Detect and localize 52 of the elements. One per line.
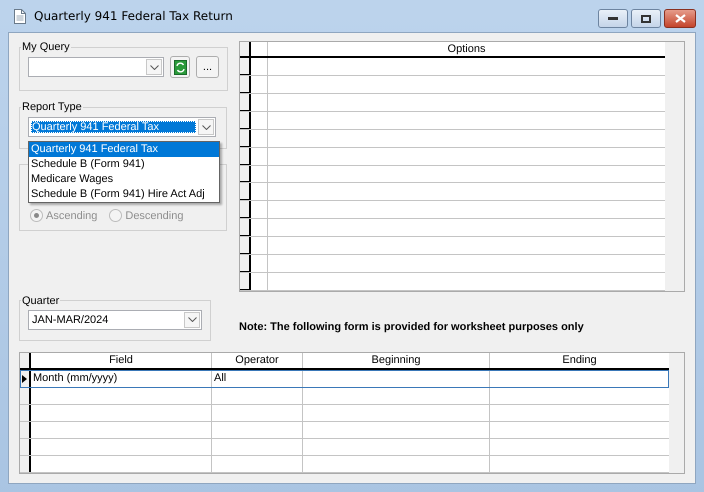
row-header[interactable] bbox=[240, 130, 251, 147]
refresh-icon bbox=[174, 60, 186, 74]
table-cell: All bbox=[212, 370, 303, 387]
row-header[interactable] bbox=[240, 76, 251, 93]
close-icon bbox=[674, 14, 686, 23]
row-header[interactable] bbox=[20, 370, 31, 387]
group-label: Report Type bbox=[21, 101, 83, 113]
row-header[interactable] bbox=[240, 148, 251, 165]
row-header[interactable] bbox=[240, 94, 251, 111]
row-header[interactable] bbox=[240, 112, 251, 129]
note-text: Note: The following form is provided for worksheet purposes only bbox=[239, 320, 584, 332]
group-label: Quarter bbox=[21, 294, 60, 306]
report-type-combo[interactable]: Quarterly 941 Federal Tax bbox=[28, 117, 216, 137]
more-button[interactable]: ... bbox=[196, 56, 219, 78]
column-header: Beginning bbox=[303, 353, 490, 368]
column-header: Options bbox=[446, 42, 486, 56]
group-label: My Query bbox=[21, 41, 71, 53]
row-header[interactable] bbox=[240, 201, 251, 218]
column-header: Field bbox=[31, 353, 212, 368]
row-header[interactable] bbox=[20, 388, 31, 404]
refresh-button[interactable] bbox=[170, 56, 190, 78]
document-icon bbox=[14, 8, 26, 24]
dropdown-option[interactable]: Quarterly 941 Federal Tax bbox=[29, 142, 219, 157]
row-header[interactable] bbox=[240, 166, 251, 182]
dropdown-option[interactable]: Schedule B (Form 941) Hire Act Adj bbox=[29, 187, 219, 202]
window-title: Quarterly 941 Federal Tax Return bbox=[34, 9, 233, 23]
column-header: Operator bbox=[212, 353, 303, 368]
row-header[interactable] bbox=[20, 439, 31, 455]
dropdown-icon bbox=[198, 119, 214, 135]
row-header[interactable] bbox=[240, 255, 251, 272]
maximize-button[interactable] bbox=[631, 9, 661, 28]
current-row-icon bbox=[22, 374, 27, 382]
column-header: Ending bbox=[561, 353, 598, 368]
combo-value: Quarterly 941 Federal Tax bbox=[31, 121, 196, 133]
dropdown-icon bbox=[146, 59, 162, 75]
quarter-combo[interactable]: JAN-MAR/2024 bbox=[28, 310, 202, 330]
table-cell: Month (mm/yyyy) bbox=[31, 370, 212, 387]
minimize-icon bbox=[608, 16, 618, 20]
dropdown-option[interactable]: Medicare Wages bbox=[29, 172, 219, 187]
row-header[interactable] bbox=[240, 219, 251, 236]
row-header[interactable] bbox=[20, 456, 31, 472]
row-header[interactable] bbox=[20, 405, 31, 421]
dropdown-icon bbox=[184, 312, 200, 328]
row-header[interactable] bbox=[240, 237, 251, 254]
maximize-icon bbox=[641, 14, 651, 22]
row-header[interactable] bbox=[240, 58, 251, 75]
row-header[interactable] bbox=[240, 273, 251, 290]
close-button[interactable] bbox=[664, 9, 696, 28]
row-header[interactable] bbox=[240, 183, 251, 200]
dropdown-option[interactable]: Schedule B (Form 941) bbox=[29, 157, 219, 172]
row-header[interactable] bbox=[20, 422, 31, 438]
minimize-button[interactable] bbox=[598, 9, 628, 28]
